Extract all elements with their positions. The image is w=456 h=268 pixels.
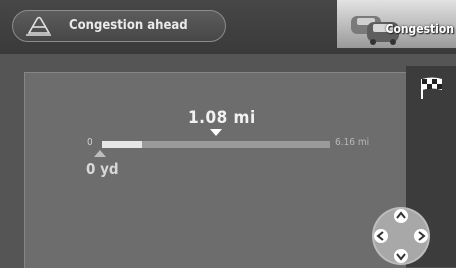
route-end-label: 6.16 mi xyxy=(335,137,370,148)
congestion-position-marker xyxy=(210,129,222,136)
congestion-tab[interactable]: Congestion xyxy=(337,0,456,48)
congestion-distance: 1.08 mi xyxy=(188,108,256,128)
congestion-message[interactable]: Congestion ahead xyxy=(12,10,226,42)
congestion-tab-label: Congestion xyxy=(385,22,454,36)
checkered-flag-icon[interactable] xyxy=(418,76,444,100)
message-text: Congestion ahead xyxy=(69,18,188,33)
route-start-label: 0 xyxy=(87,137,93,148)
route-progress-bar xyxy=(102,141,330,148)
route-panel xyxy=(24,72,406,268)
current-distance: 0 yd xyxy=(86,160,119,178)
current-position-marker xyxy=(94,150,106,157)
traffic-cone-icon xyxy=(26,16,51,36)
directional-pad-icon[interactable] xyxy=(370,205,432,267)
route-progress-fill xyxy=(102,141,142,148)
top-bar: Congestion ahead Congestion xyxy=(0,0,456,54)
